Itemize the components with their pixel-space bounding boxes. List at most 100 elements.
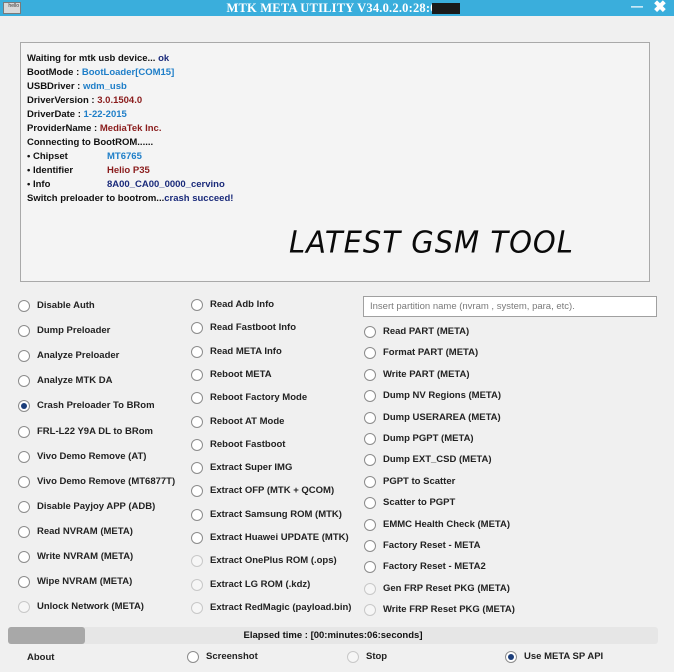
option-label: Vivo Demo Remove (AT) (37, 450, 147, 462)
radio-label: Stop (366, 651, 388, 662)
radio-circle[interactable] (18, 525, 30, 538)
option-label: Factory Reset - META (383, 540, 481, 551)
option-label: Extract OFP (MTK + QCOM) (210, 485, 335, 497)
radio-circle[interactable] (364, 411, 376, 424)
radio-circle[interactable] (191, 322, 203, 335)
log-line-info: • Info 8A00_CA00_0000_cervino (27, 179, 225, 190)
option-label: Dump Preloader (37, 325, 111, 337)
radio-circle[interactable] (191, 508, 203, 521)
radio-circle[interactable] (364, 347, 376, 360)
radio-circle[interactable] (18, 551, 30, 563)
radio-circle[interactable] (364, 433, 376, 445)
radio-circle[interactable] (18, 400, 30, 413)
option-label: Crash Preloader To BRom (37, 400, 155, 412)
log-line-identifier: • Identifier Helio P35 (27, 165, 150, 176)
option-label: Reboot Factory Mode (210, 392, 308, 404)
radio-circle[interactable] (191, 392, 203, 405)
radio-circle[interactable] (191, 368, 203, 381)
log-line-chipset: • Chipset MT6765 (27, 151, 142, 162)
radio-circle[interactable] (191, 415, 203, 428)
radio-circle[interactable] (364, 368, 376, 381)
option-label: Read Adb Info (210, 299, 275, 310)
radio-circle[interactable] (364, 475, 376, 488)
option-label: Wipe NVRAM (META) (37, 576, 133, 588)
radio-circle[interactable] (364, 454, 376, 467)
option-label: Extract LG ROM (.kdz) (210, 578, 311, 590)
window-title: MTK META UTILITY V34.0.2.0:28:02: (226, 1, 448, 15)
radio-circle[interactable] (191, 601, 203, 614)
radio-circle[interactable] (191, 532, 203, 544)
radio-circle[interactable] (191, 578, 203, 591)
radio-circle[interactable] (364, 497, 376, 510)
radio-circle[interactable] (18, 375, 30, 388)
radio-circle[interactable] (505, 651, 517, 663)
option-label: Format PART (META) (383, 347, 479, 359)
log-line-driverdate: DriverDate : 1-22-2015 (27, 109, 127, 120)
log-panel: Waiting for mtk usb device... ok BootMod… (20, 42, 650, 282)
option-label: Read NVRAM (META) (37, 525, 133, 537)
option-label: Write FRP Reset PKG (META) (383, 604, 515, 616)
watermark-text: LATEST GSM TOOL (289, 224, 574, 260)
radio-circle[interactable] (18, 325, 30, 338)
option-label: Extract Super IMG (210, 462, 293, 474)
option-label: PGPT to Scatter (383, 475, 456, 487)
log-line-waiting: Waiting for mtk usb device... ok (27, 53, 170, 64)
radio-circle[interactable] (18, 425, 30, 438)
option-label: Extract Samsung ROM (MTK) (210, 508, 342, 520)
log-line-connecting: Connecting to BootROM...... (27, 137, 154, 148)
option-label: EMMC Health Check (META) (383, 518, 511, 530)
option-label: Vivo Demo Remove (MT6877T) (37, 475, 176, 487)
option-label: FRL-L22 Y9A DL to BRom (37, 425, 153, 437)
option-label: Factory Reset - META2 (383, 561, 486, 573)
option-label: Extract OnePlus ROM (.ops) (210, 555, 337, 567)
radio-circle[interactable] (191, 438, 203, 451)
radio-circle[interactable] (18, 475, 30, 488)
partition-name-input[interactable] (363, 296, 657, 317)
option-label: Read PART (META) (383, 326, 470, 337)
radio-circle[interactable] (18, 601, 30, 614)
option-label: Disable Auth (37, 300, 95, 311)
radio-circle[interactable] (364, 390, 376, 403)
log-line-switch: Switch preloader to bootrom...crash succ… (27, 193, 234, 204)
elapsed-time: Elapsed time : [00:minutes:06:seconds] (243, 630, 423, 641)
radio-circle[interactable] (364, 582, 376, 595)
option-label: Reboot META (210, 368, 272, 380)
radio-circle[interactable] (191, 345, 203, 358)
option-label: Extract Huawei UPDATE (MTK) (210, 532, 349, 543)
radio-label: Screenshot (206, 651, 258, 662)
option-label: Scatter to PGPT (383, 497, 456, 509)
radio-circle[interactable] (191, 462, 203, 475)
radio-circle[interactable] (191, 485, 203, 498)
option-label: Write NVRAM (META) (37, 551, 134, 562)
log-line-bootmode: BootMode : BootLoader[COM15] (27, 67, 175, 78)
title-bar: hello MTK META UTILITY V34.0.2.0:28:02: … (0, 0, 674, 16)
radio-circle[interactable] (18, 576, 30, 589)
radio-circle[interactable] (364, 326, 376, 338)
radio-circle[interactable] (191, 555, 203, 568)
option-label: Extract RedMagic (payload.bin) (210, 601, 352, 613)
radio-circle[interactable] (18, 500, 30, 513)
radio-circle[interactable] (187, 651, 199, 663)
radio-circle[interactable] (18, 300, 30, 312)
log-line-driverversion: DriverVersion : 3.0.1504.0 (27, 95, 143, 106)
close-icon[interactable]: ✖ (652, 0, 668, 16)
option-label: Read META Info (210, 345, 282, 357)
option-label: Analyze Preloader (37, 350, 120, 362)
option-label: Disable Payjoy APP (ADB) (37, 500, 156, 512)
minimize-icon[interactable]: — (631, 0, 643, 14)
option-label: Reboot Fastboot (210, 438, 286, 450)
radio-circle[interactable] (347, 651, 359, 663)
radio-circle[interactable] (364, 518, 376, 531)
radio-circle[interactable] (364, 604, 376, 617)
title-redaction (432, 3, 460, 14)
log-line-provider: ProviderName : MediaTek Inc. (27, 123, 162, 134)
log-line-usbdriver: USBDriver : wdm_usb (27, 81, 127, 92)
option-label: Reboot AT Mode (210, 415, 285, 427)
radio-circle[interactable] (191, 299, 203, 311)
radio-circle[interactable] (364, 540, 376, 552)
radio-circle[interactable] (364, 561, 376, 574)
option-label: Dump USERAREA (META) (383, 411, 501, 423)
radio-circle[interactable] (18, 350, 30, 363)
radio-circle[interactable] (18, 450, 30, 463)
about-button[interactable]: About (27, 652, 54, 663)
